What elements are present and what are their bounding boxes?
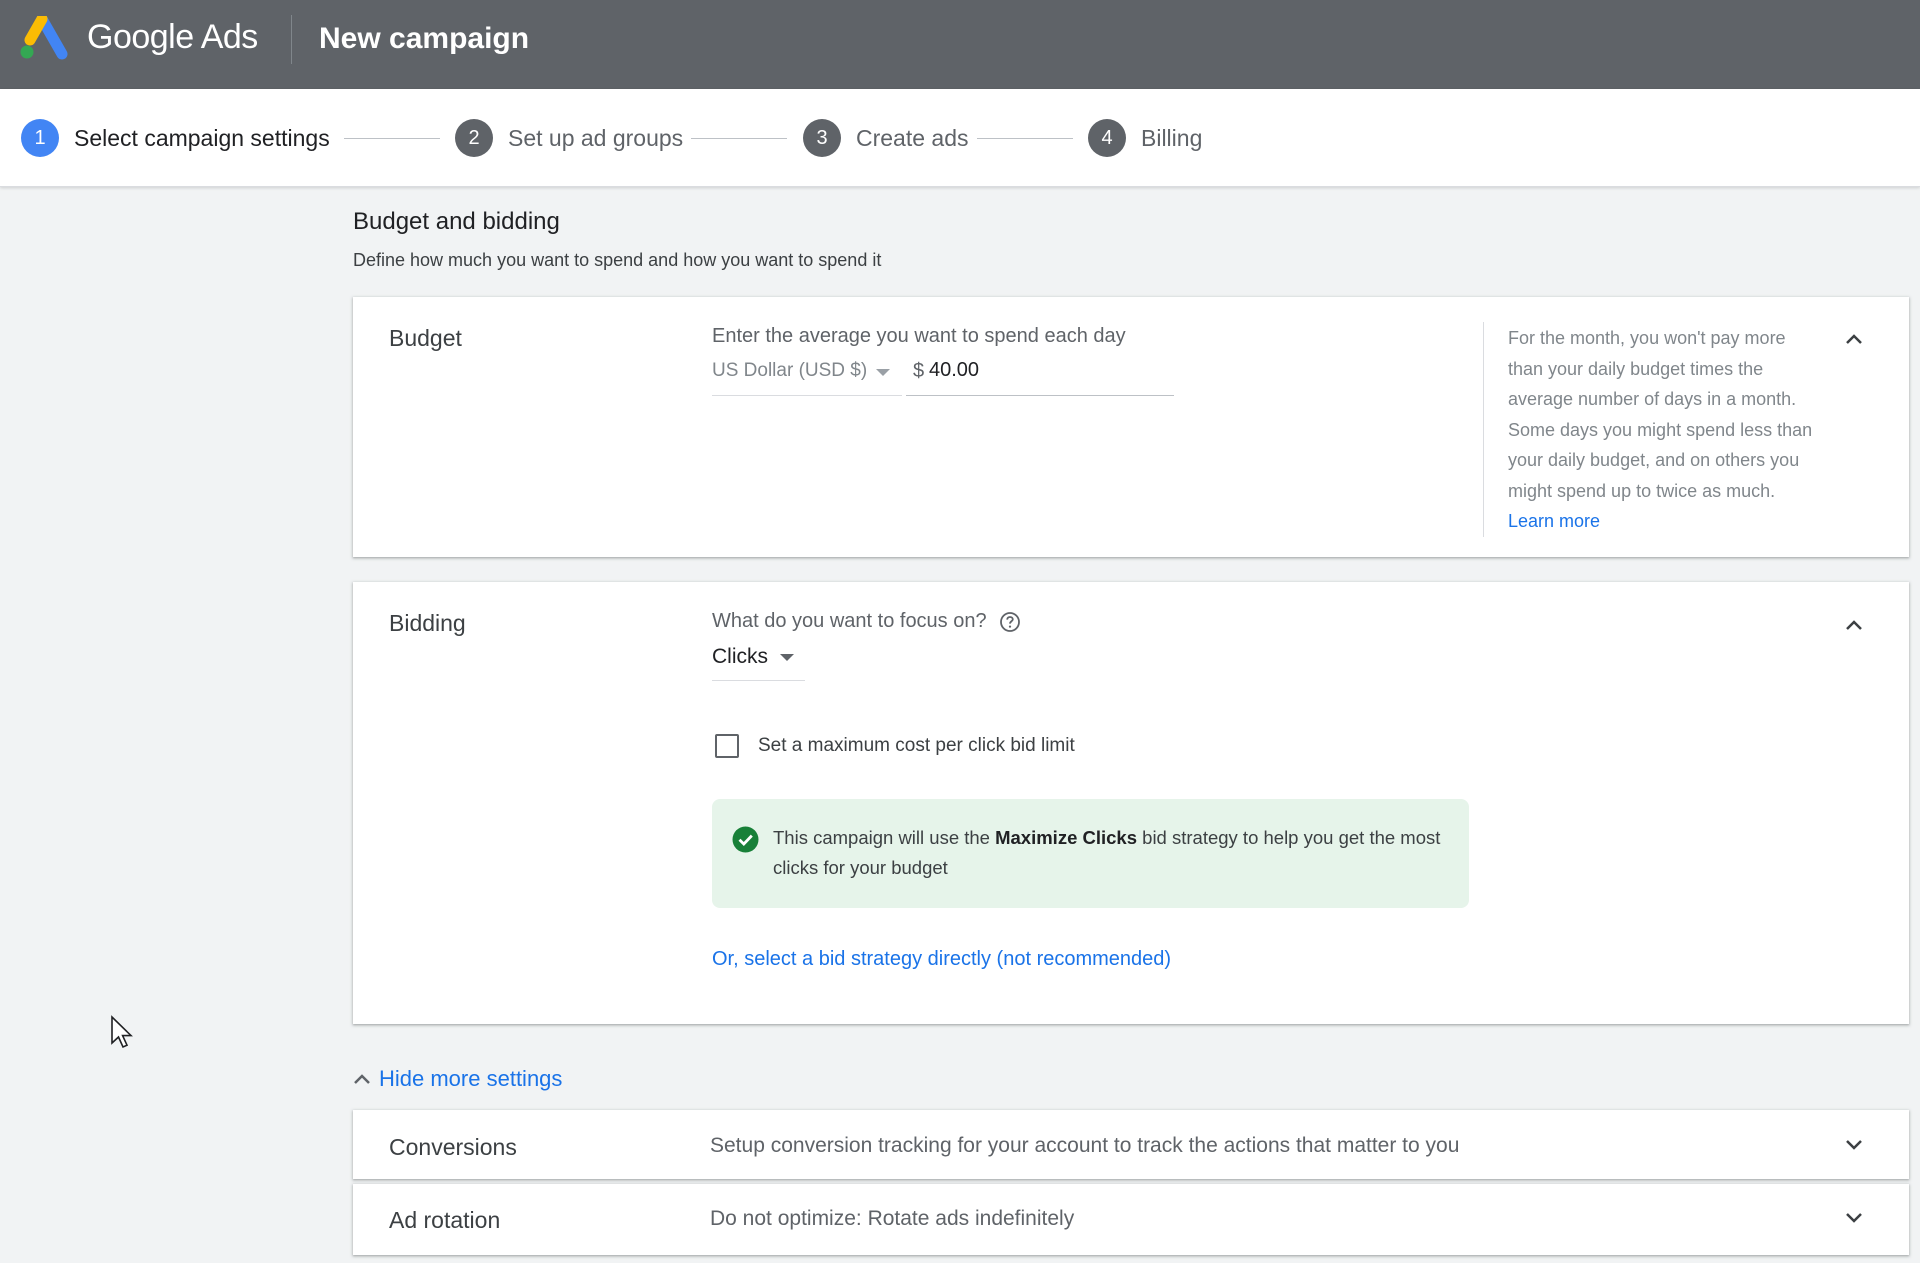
step-connector [977,138,1073,139]
conversions-row[interactable]: Conversions Setup conversion tracking fo… [353,1110,1909,1179]
step-connector [344,138,440,139]
info-prefix: This campaign will use the [773,827,996,848]
max-cpc-checkbox[interactable] [715,734,739,758]
bidding-label: Bidding [389,610,466,636]
hide-more-settings-label: Hide more settings [379,1066,563,1091]
step-number: 2 [455,119,493,157]
budget-label: Budget [389,325,462,351]
hide-more-settings-toggle[interactable]: Hide more settings [353,1066,562,1092]
ad-rotation-label: Ad rotation [389,1207,501,1233]
ad-rotation-row[interactable]: Ad rotation Do not optimize: Rotate ads … [353,1184,1909,1255]
google-ads-logo[interactable] [18,16,68,60]
budget-divider [1483,322,1484,537]
currency-symbol: $ [913,360,925,382]
max-cpc-checkbox-label[interactable]: Set a maximum cost per click bid limit [758,735,1075,757]
step-set-up-ad-groups[interactable]: 2 Set up ad groups [455,119,683,157]
step-number: 4 [1088,119,1126,157]
conversions-label: Conversions [389,1134,517,1160]
chevron-up-icon [354,1074,370,1084]
step-label: Select campaign settings [74,124,330,151]
section-title: Budget and bidding [353,208,560,235]
budget-amount-input[interactable]: $ 40.00 [906,357,1174,396]
step-billing[interactable]: 4 Billing [1088,119,1202,157]
focus-question-text: What do you want to focus on? [712,610,987,632]
step-number: 1 [21,119,59,157]
dropdown-arrow-icon [780,654,794,661]
check-circle-icon [732,826,759,853]
budget-amount-value: 40.00 [929,359,980,381]
chevron-up-icon[interactable] [1840,325,1868,353]
step-connector [691,138,787,139]
strategy-info-box: This campaign will use the Maximize Clic… [712,799,1469,908]
app-header: Google Ads New campaign [0,0,1920,89]
app-name: Google Ads [87,18,258,56]
campaign-stepper: 1 Select campaign settings 2 Set up ad g… [0,89,1920,187]
step-label: Billing [1141,124,1203,151]
budget-prompt: Enter the average you want to spend each… [712,325,1126,347]
step-label: Create ads [856,124,969,151]
focus-question: What do you want to focus on? [712,610,1021,633]
bidding-card: Bidding What do you want to focus on? Cl… [353,582,1909,1024]
step-select-campaign-settings[interactable]: 1 Select campaign settings [21,119,330,157]
ad-rotation-value: Do not optimize: Rotate ads indefinitely [710,1207,1075,1230]
currency-select[interactable]: US Dollar (USD $) [712,357,902,396]
chevron-down-icon[interactable] [1840,1204,1868,1232]
select-bid-strategy-link[interactable]: Or, select a bid strategy directly (not … [712,948,1171,971]
budget-card: Budget Enter the average you want to spe… [353,297,1909,557]
section-subtitle: Define how much you want to spend and ho… [353,250,882,270]
learn-more-link[interactable]: Learn more [1508,511,1600,531]
page-title: New campaign [319,22,530,55]
currency-value: US Dollar (USD $) [712,360,868,381]
info-strategy-name: Maximize Clicks [995,827,1138,848]
chevron-down-icon[interactable] [1840,1131,1868,1159]
max-cpc-checkbox-row[interactable]: Set a maximum cost per click bid limit [715,734,1075,758]
strategy-info-text: This campaign will use the Maximize Clic… [773,823,1453,883]
chevron-up-icon[interactable] [1840,611,1868,639]
dropdown-arrow-icon [876,369,890,376]
budget-help-text: For the month, you won't pay more than y… [1508,323,1823,537]
conversions-value: Setup conversion tracking for your accou… [710,1134,1460,1157]
help-circle-icon[interactable] [999,611,1021,633]
step-label: Set up ad groups [508,124,684,151]
mouse-cursor-icon [111,1015,133,1049]
step-create-ads[interactable]: 3 Create ads [803,119,969,157]
budget-help-body: For the month, you won't pay more than y… [1508,328,1813,501]
focus-value: Clicks [712,645,768,668]
step-number: 3 [803,119,841,157]
focus-select[interactable]: Clicks [712,642,805,681]
header-divider [291,15,292,64]
